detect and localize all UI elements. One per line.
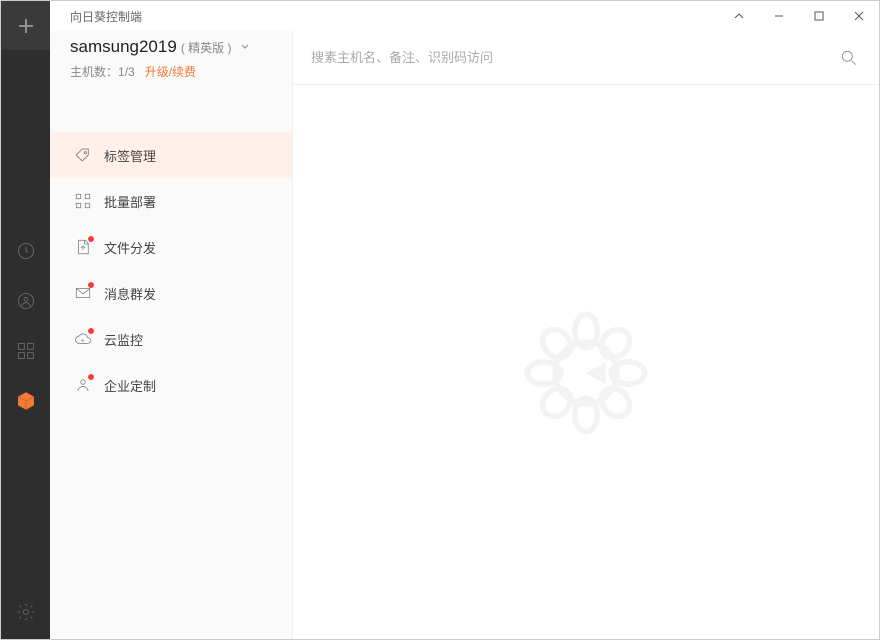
app-title: 向日葵控制端 <box>70 8 142 25</box>
target-icon[interactable] <box>15 290 37 312</box>
account-plan: ( 精英版 ) <box>181 39 232 56</box>
account-block: samsung2019 ( 精英版 ) 主机数：1/3 升级/续费 <box>50 31 292 92</box>
menu-item-files[interactable]: 文件分发 <box>50 224 292 270</box>
enterprise-icon <box>74 376 92 394</box>
notification-dot <box>88 236 94 242</box>
left-rail <box>1 1 50 639</box>
menu-label: 云监控 <box>104 330 143 349</box>
tag-icon <box>74 146 92 164</box>
menu-item-deploy[interactable]: 批量部署 <box>50 178 292 224</box>
cloud-icon <box>74 330 92 348</box>
hosts-label: 主机数： <box>70 65 118 79</box>
notification-dot <box>88 374 94 380</box>
mail-icon <box>74 284 92 302</box>
clock-icon[interactable] <box>15 240 37 262</box>
account-dropdown-icon[interactable] <box>239 40 251 55</box>
file-icon <box>74 238 92 256</box>
deploy-icon <box>74 192 92 210</box>
close-button[interactable] <box>839 1 879 31</box>
hosts-count: 1/3 <box>118 65 135 79</box>
minimize-button[interactable] <box>759 1 799 31</box>
menu-label: 企业定制 <box>104 376 156 395</box>
menu: 标签管理 批量部署 文件分发 <box>50 132 292 408</box>
content <box>293 31 879 639</box>
grid-icon[interactable] <box>15 340 37 362</box>
menu-item-msg[interactable]: 消息群发 <box>50 270 292 316</box>
menu-label: 消息群发 <box>104 284 156 303</box>
menu-label: 标签管理 <box>104 146 156 165</box>
account-name: samsung2019 <box>70 37 177 57</box>
menu-item-tags[interactable]: 标签管理 <box>50 132 292 178</box>
titlebar: 向日葵控制端 <box>50 1 879 31</box>
cube-icon[interactable] <box>15 390 37 412</box>
menu-label: 批量部署 <box>104 192 156 211</box>
maximize-button[interactable] <box>799 1 839 31</box>
content-canvas <box>293 85 879 639</box>
menu-item-monitor[interactable]: 云监控 <box>50 316 292 362</box>
sidebar: samsung2019 ( 精英版 ) 主机数：1/3 升级/续费 标签管 <box>50 31 293 639</box>
add-button[interactable] <box>1 1 50 50</box>
search-icon[interactable] <box>839 48 859 68</box>
upgrade-link[interactable]: 升级/续费 <box>145 65 196 79</box>
settings-icon[interactable] <box>15 601 37 623</box>
notification-dot <box>88 282 94 288</box>
main-area: 向日葵控制端 samsung2019 ( 精英版 ) <box>50 1 879 639</box>
searchbar <box>293 31 879 85</box>
menu-item-custom[interactable]: 企业定制 <box>50 362 292 408</box>
search-input[interactable] <box>311 50 839 65</box>
chevron-up-icon[interactable] <box>719 1 759 31</box>
notification-dot <box>88 328 94 334</box>
watermark-icon <box>516 303 656 443</box>
menu-label: 文件分发 <box>104 238 156 257</box>
